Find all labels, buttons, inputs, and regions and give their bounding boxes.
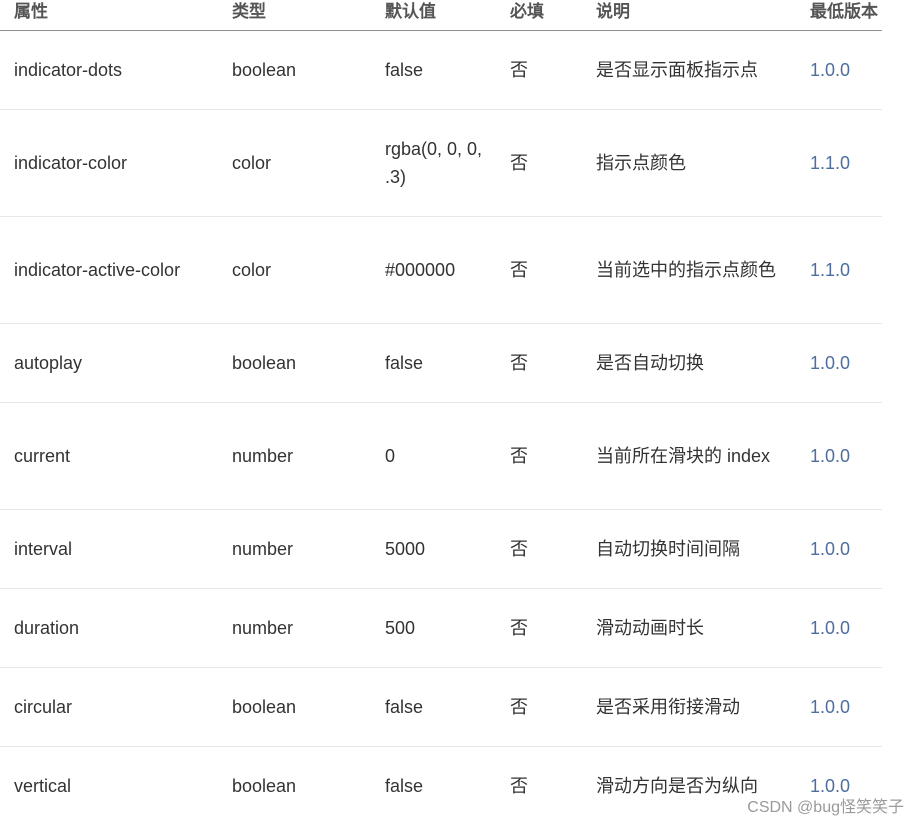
cell-type: number — [218, 402, 371, 510]
cell-attr: indicator-color — [0, 109, 218, 217]
cell-description: 自动切换时间间隔 — [582, 509, 798, 589]
table-row: current number 0 否 当前所在滑块的 index 1.0.0 — [0, 402, 882, 510]
cell-version-link[interactable]: 1.0.0 — [798, 509, 882, 589]
cell-attr: indicator-dots — [0, 30, 218, 110]
cell-version-link[interactable]: 1.0.0 — [798, 323, 882, 403]
properties-table: 属性 类型 默认值 必填 说明 最低版本 indicator-dots bool… — [0, 0, 882, 825]
header-min-version: 最低版本 — [798, 0, 882, 31]
cell-default: 500 — [371, 588, 496, 668]
cell-attr: current — [0, 402, 218, 510]
table-row: indicator-color color rgba(0, 0, 0, .3) … — [0, 109, 882, 217]
cell-default: false — [385, 776, 424, 796]
cell-description: 滑动动画时长 — [582, 588, 798, 668]
cell-required: 否 — [496, 109, 582, 217]
table-row: autoplay boolean false 否 是否自动切换 1.0.0 — [0, 323, 882, 403]
cell-required: 否 — [496, 216, 582, 324]
cell-default: false — [371, 30, 496, 110]
header-row: 属性 类型 默认值 必填 说明 最低版本 — [0, 0, 882, 31]
cell-required: 否 — [496, 402, 582, 510]
cell-version-link[interactable]: 1.0.0 — [798, 667, 882, 747]
cell-version-link[interactable]: 1.1.0 — [798, 216, 882, 324]
csdn-watermark: CSDN @bug怪笑笑子 — [745, 793, 906, 817]
cell-description: 指示点颜色 — [582, 109, 798, 217]
cell-type: boolean — [218, 30, 371, 110]
cell-default: rgba(0, 0, 0, .3) — [371, 109, 496, 217]
cell-required: 否 — [496, 323, 582, 403]
cell-attr: autoplay — [0, 323, 218, 403]
header-type: 类型 — [218, 0, 371, 31]
cell-description: 是否采用衔接滑动 — [582, 667, 798, 747]
cell-required: 否 — [496, 588, 582, 668]
cell-attr: vertical — [14, 776, 72, 796]
cell-version-link[interactable]: 1.1.0 — [798, 109, 882, 217]
cell-description: 当前选中的指示点颜色 — [582, 216, 798, 324]
table-row: indicator-dots boolean false 否 是否显示面板指示点… — [0, 30, 882, 110]
cell-attr: duration — [0, 588, 218, 668]
cell-type: number — [218, 509, 371, 589]
cell-description: 是否自动切换 — [582, 323, 798, 403]
cell-default: 5000 — [371, 509, 496, 589]
cell-version-link[interactable]: 1.0.0 — [798, 588, 882, 668]
table-header: 属性 类型 默认值 必填 说明 最低版本 — [0, 0, 882, 31]
cell-type: boolean — [218, 667, 371, 747]
cell-description: 是否显示面板指示点 — [582, 30, 798, 110]
cell-type: boolean — [232, 776, 297, 796]
header-attr: 属性 — [0, 0, 218, 31]
table-row: interval number 5000 否 自动切换时间间隔 1.0.0 — [0, 509, 882, 589]
table-body: indicator-dots boolean false 否 是否显示面板指示点… — [0, 30, 882, 825]
cell-required: 否 — [510, 776, 528, 796]
header-required: 必填 — [496, 0, 582, 31]
cell-description: 当前所在滑块的 index — [582, 402, 798, 510]
cell-default: false — [371, 667, 496, 747]
table-row: indicator-active-color color #000000 否 当… — [0, 216, 882, 324]
properties-table-container: 属性 类型 默认值 必填 说明 最低版本 indicator-dots bool… — [0, 0, 882, 825]
cell-version-link[interactable]: 1.0.0 — [798, 30, 882, 110]
cell-default: #000000 — [371, 216, 496, 324]
cell-type: color — [218, 109, 371, 217]
cell-required: 否 — [496, 667, 582, 747]
cell-attr: indicator-active-color — [0, 216, 218, 324]
cell-required: 否 — [496, 509, 582, 589]
header-default: 默认值 — [371, 0, 496, 31]
cell-required: 否 — [496, 30, 582, 110]
header-description: 说明 — [582, 0, 798, 31]
cell-default: false — [371, 323, 496, 403]
table-row: duration number 500 否 滑动动画时长 1.0.0 — [0, 588, 882, 668]
table-row: circular boolean false 否 是否采用衔接滑动 1.0.0 — [0, 667, 882, 747]
cell-attr: interval — [0, 509, 218, 589]
cell-type: color — [218, 216, 371, 324]
cell-attr: circular — [0, 667, 218, 747]
cell-version-link[interactable]: 1.0.0 — [798, 402, 882, 510]
cell-type: number — [218, 588, 371, 668]
cell-default: 0 — [371, 402, 496, 510]
cell-type: boolean — [218, 323, 371, 403]
